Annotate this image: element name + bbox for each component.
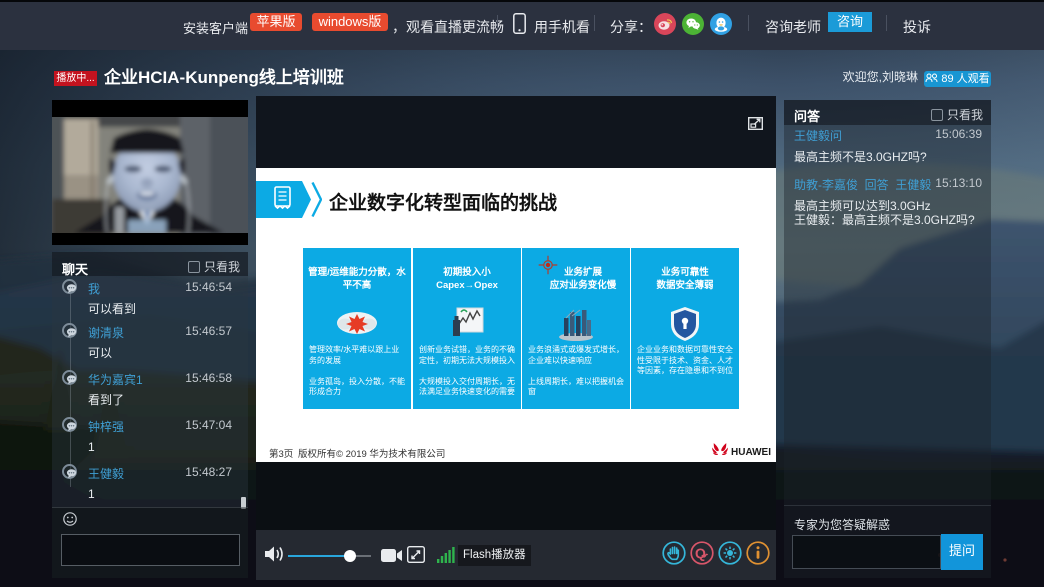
- svg-text:Q: Q: [695, 545, 706, 561]
